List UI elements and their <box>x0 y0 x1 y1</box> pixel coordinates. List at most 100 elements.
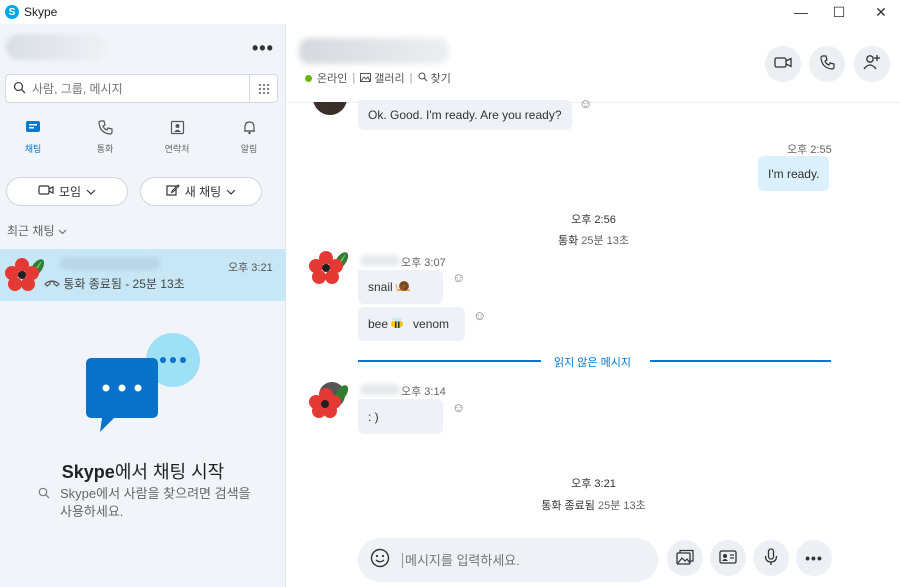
new-chat-button[interactable]: 새 채팅 <box>140 177 262 206</box>
message-bubble-own[interactable]: I'm ready. <box>758 156 830 191</box>
video-camera-icon <box>38 184 54 199</box>
microphone-icon <box>764 547 778 569</box>
message-time: 오후 2:55 <box>787 144 832 156</box>
search-input[interactable] <box>32 81 249 96</box>
new-chat-label: 새 채팅 <box>184 185 222 199</box>
system-event-label: 통화 <box>557 235 579 247</box>
chevron-down-icon <box>86 185 96 199</box>
message-bubble[interactable]: snail <box>358 270 443 304</box>
contact-avatar <box>313 102 347 115</box>
chat-preview: 통화 종료됨 - 25분 13초 <box>44 275 185 292</box>
smiley-icon <box>370 548 390 567</box>
unread-divider-right <box>650 360 831 362</box>
tab-chats[interactable]: 채팅 <box>3 120 63 155</box>
system-event-time: 오후 2:56 <box>571 214 616 226</box>
find-label: 찾기 <box>430 73 451 85</box>
flower-avatar-icon <box>308 381 349 421</box>
system-event-call: 오후 2:56 통화 25분 13초 <box>287 211 900 248</box>
recent-chats-label: 최근 채팅 <box>7 224 55 238</box>
search-icon <box>6 81 32 97</box>
find-link[interactable]: 찾기 <box>417 70 451 86</box>
system-event-duration: 25분 13초 <box>581 235 630 247</box>
message-time: 오후 3:14 <box>401 386 446 398</box>
tab-notifications[interactable]: 알림 <box>219 120 279 155</box>
profile-name[interactable] <box>6 34 106 60</box>
meet-now-label: 모임 <box>58 185 82 199</box>
minimize-button[interactable]: — <box>780 0 822 24</box>
message-text: I'm ready. <box>768 166 820 181</box>
nav-tabs: 채팅 통화 연락처 알림 <box>0 120 286 160</box>
bell-icon <box>219 120 279 140</box>
tab-notifications-label: 알림 <box>240 144 258 154</box>
meet-now-button[interactable]: 모임 <box>6 177 128 206</box>
more-dots-icon: ••• <box>805 550 823 566</box>
chat-list-item[interactable]: 오후 3:21 통화 종료됨 - 25분 13초 <box>0 249 286 301</box>
sender-name <box>360 384 400 395</box>
video-call-button[interactable] <box>765 46 801 82</box>
search-box[interactable] <box>5 74 278 103</box>
message-time: 오후 3:07 <box>401 257 446 269</box>
dialpad-icon[interactable] <box>249 75 277 102</box>
sidebar: ••• 채팅 통화 연락처 <box>0 24 286 587</box>
gallery-icon <box>360 73 372 82</box>
emoji-button[interactable] <box>358 548 402 573</box>
empty-state-description: Skype에서 사람을 찾으려면 검색을 사용하세요. <box>38 485 258 521</box>
more-options-button[interactable]: ••• <box>252 38 274 59</box>
message-bubble[interactable]: bee venom <box>358 307 465 341</box>
add-reaction-icon[interactable]: ☺ <box>473 308 486 323</box>
gallery-label: 갤러리 <box>374 73 405 85</box>
empty-state-description-text: Skype에서 사람을 찾으려면 검색을 사용하세요. <box>60 486 251 519</box>
chat-bubbles-illustration <box>80 328 205 443</box>
share-contact-button[interactable] <box>710 540 746 576</box>
system-event-duration: 25분 13초 <box>597 500 646 512</box>
add-reaction-icon[interactable]: ☺ <box>452 270 465 285</box>
chat-icon <box>3 120 63 140</box>
message-bubble[interactable]: Ok. Good. I'm ready. Are you ready? <box>358 100 572 130</box>
conversation-panel: 온라인 | 갤러리 | 찾기 Ok. Good. I'm ready. Are … <box>287 24 900 587</box>
contact-name <box>60 257 160 270</box>
add-reaction-icon[interactable]: ☺ <box>452 400 465 415</box>
message-text: : ) <box>368 409 379 424</box>
message-composer[interactable] <box>358 538 658 582</box>
message-text: Ok. Good. I'm ready. Are you ready? <box>368 108 562 122</box>
contact-card-icon <box>719 549 737 567</box>
gallery-link[interactable]: 갤러리 <box>360 70 405 86</box>
system-event-time: 오후 3:21 <box>571 478 616 490</box>
tab-calls-label: 통화 <box>96 144 114 154</box>
conversation-subheader: 온라인 | 갤러리 | 찾기 <box>305 70 451 86</box>
tab-contacts[interactable]: 연락처 <box>147 120 207 155</box>
snail-emoji-icon <box>395 279 411 296</box>
voice-message-button[interactable] <box>753 540 789 576</box>
unread-messages-label: 읽지 않은 메시지 <box>554 357 631 369</box>
message-input[interactable] <box>402 552 658 568</box>
maximize-button[interactable]: ☐ <box>818 0 860 24</box>
compose-icon <box>166 183 180 200</box>
add-reaction-icon[interactable]: ☺ <box>579 96 592 111</box>
app-title: Skype <box>24 5 58 19</box>
message-bubble[interactable]: : ) <box>358 399 443 434</box>
recent-chats-dropdown[interactable]: 최근 채팅 <box>7 222 67 239</box>
call-ended-icon <box>44 277 63 291</box>
sender-name <box>360 255 400 266</box>
phone-icon <box>75 120 135 140</box>
system-event-call-ended: 오후 3:21 통화 종료됨 25분 13초 <box>287 475 900 513</box>
media-gallery-button[interactable] <box>667 540 703 576</box>
conversation-title[interactable] <box>299 38 449 64</box>
chevron-down-icon <box>226 185 236 199</box>
audio-call-button[interactable] <box>809 46 845 82</box>
empty-state-brand: Skype <box>61 462 115 482</box>
bee-emoji-icon <box>389 317 405 332</box>
unread-divider-left <box>358 360 541 362</box>
more-actions-button[interactable]: ••• <box>796 540 832 576</box>
flower-avatar-icon <box>308 248 349 288</box>
chevron-down-icon <box>58 224 67 238</box>
add-people-button[interactable] <box>854 46 890 82</box>
image-icon <box>676 549 694 568</box>
tab-chats-label: 채팅 <box>24 144 42 154</box>
close-button[interactable]: ✕ <box>860 0 900 24</box>
search-icon <box>38 486 50 504</box>
skype-logo-icon: S <box>5 5 19 19</box>
add-person-icon <box>863 54 881 74</box>
tab-calls[interactable]: 통화 <box>75 120 135 155</box>
empty-state-title-text: 에서 채팅 시작 <box>114 462 225 482</box>
